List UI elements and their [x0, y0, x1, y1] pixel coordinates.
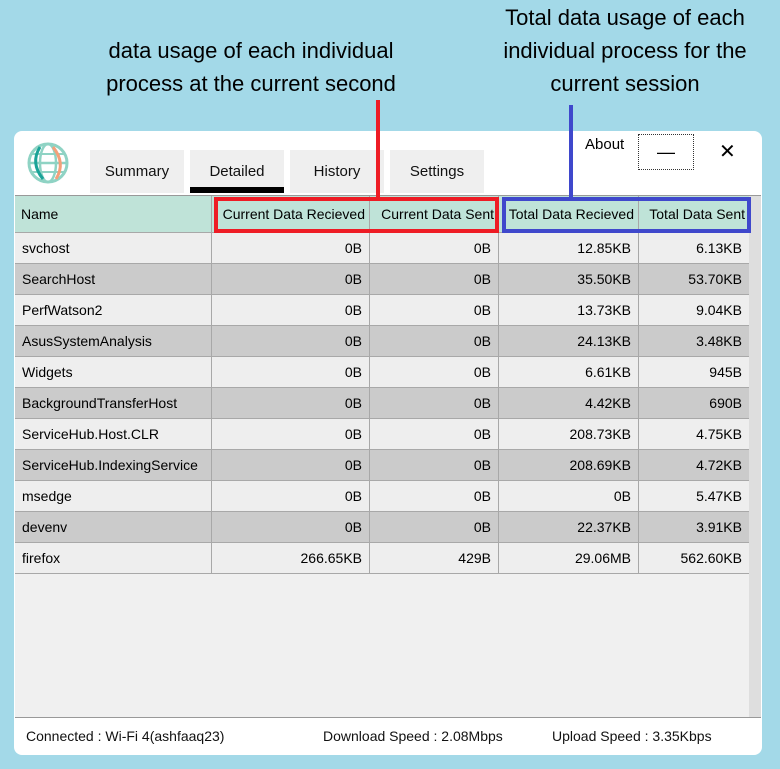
cell-current-sent: 0B — [370, 481, 499, 511]
cell-total-received: 24.13KB — [499, 326, 639, 356]
table-row[interactable]: firefox 266.65KB 429B 29.06MB 562.60KB — [15, 543, 761, 574]
annotation-line: Total data usage of each — [505, 5, 745, 30]
cell-name: ServiceHub.Host.CLR — [15, 419, 212, 449]
cell-current-sent: 0B — [370, 295, 499, 325]
cell-name: firefox — [15, 543, 212, 573]
tab-settings[interactable]: Settings — [390, 150, 484, 193]
cell-name: SearchHost — [15, 264, 212, 294]
cell-total-received: 12.85KB — [499, 233, 639, 263]
table-row[interactable]: ServiceHub.Host.CLR 0B 0B 208.73KB 4.75KB — [15, 419, 761, 450]
download-speed: Download Speed : 2.08Mbps — [323, 728, 503, 744]
annotation-pointer-blue — [569, 105, 573, 199]
cell-current-received: 0B — [212, 388, 370, 418]
cell-current-received: 266.65KB — [212, 543, 370, 573]
minimize-button[interactable]: — — [638, 134, 694, 170]
cell-total-received: 29.06MB — [499, 543, 639, 573]
cell-total-sent: 4.72KB — [639, 450, 750, 480]
tab-summary[interactable]: Summary — [90, 150, 184, 193]
annotation-line: data usage of each individual — [108, 38, 394, 63]
table-row[interactable]: ServiceHub.IndexingService 0B 0B 208.69KB 4.… — [15, 450, 761, 481]
tab-detailed[interactable]: Detailed — [190, 150, 284, 193]
cell-current-sent: 0B — [370, 326, 499, 356]
cell-current-sent: 0B — [370, 388, 499, 418]
cell-total-sent: 6.13KB — [639, 233, 750, 263]
upload-speed: Upload Speed : 3.35Kbps — [552, 728, 712, 744]
tab-history[interactable]: History — [290, 150, 384, 193]
table-row[interactable]: devenv 0B 0B 22.37KB 3.91KB — [15, 512, 761, 543]
cell-current-received: 0B — [212, 295, 370, 325]
cell-current-sent: 0B — [370, 512, 499, 542]
cell-current-sent: 0B — [370, 264, 499, 294]
cell-name: svchost — [15, 233, 212, 263]
cell-total-sent: 4.75KB — [639, 419, 750, 449]
globe-logo-icon — [27, 142, 69, 184]
cell-total-sent: 9.04KB — [639, 295, 750, 325]
cell-total-received: 6.61KB — [499, 357, 639, 387]
cell-total-received: 4.42KB — [499, 388, 639, 418]
cell-current-received: 0B — [212, 481, 370, 511]
cell-total-sent: 3.48KB — [639, 326, 750, 356]
table-row[interactable]: Widgets 0B 0B 6.61KB 945B — [15, 357, 761, 388]
annotation-current: data usage of each individual process at… — [60, 34, 442, 100]
annotation-box-red — [214, 197, 499, 233]
cell-name: msedge — [15, 481, 212, 511]
cell-current-sent: 0B — [370, 450, 499, 480]
cell-current-sent: 0B — [370, 419, 499, 449]
table-row[interactable]: BackgroundTransferHost 0B 0B 4.42KB 690B — [15, 388, 761, 419]
scrollbar[interactable] — [749, 196, 761, 717]
annotation-total: Total data usage of each individual proc… — [470, 1, 780, 100]
cell-name: ServiceHub.IndexingService — [15, 450, 212, 480]
annotation-line: individual process for the — [503, 38, 747, 63]
annotation-line: process at the current second — [106, 71, 396, 96]
cell-total-received: 35.50KB — [499, 264, 639, 294]
close-button[interactable]: ✕ — [719, 139, 736, 164]
cell-total-sent: 945B — [639, 357, 750, 387]
cell-total-received: 0B — [499, 481, 639, 511]
table-row[interactable]: PerfWatson2 0B 0B 13.73KB 9.04KB — [15, 295, 761, 326]
process-table: Name Current Data Recieved Current Data … — [15, 195, 761, 718]
cell-total-sent: 690B — [639, 388, 750, 418]
table-row[interactable]: svchost 0B 0B 12.85KB 6.13KB — [15, 233, 761, 264]
cell-name: BackgroundTransferHost — [15, 388, 212, 418]
header-name[interactable]: Name — [15, 196, 212, 232]
cell-name: devenv — [15, 512, 212, 542]
cell-current-received: 0B — [212, 264, 370, 294]
about-button[interactable]: About — [585, 136, 624, 153]
cell-current-received: 0B — [212, 326, 370, 356]
cell-total-received: 208.73KB — [499, 419, 639, 449]
cell-current-sent: 429B — [370, 543, 499, 573]
cell-name: Widgets — [15, 357, 212, 387]
annotation-box-blue — [502, 197, 751, 233]
cell-total-received: 13.73KB — [499, 295, 639, 325]
cell-current-received: 0B — [212, 450, 370, 480]
cell-current-received: 0B — [212, 419, 370, 449]
table-row[interactable]: msedge 0B 0B 0B 5.47KB — [15, 481, 761, 512]
cell-total-received: 22.37KB — [499, 512, 639, 542]
connection-status: Connected : Wi-Fi 4(ashfaaq23) — [26, 728, 225, 744]
cell-total-sent: 5.47KB — [639, 481, 750, 511]
table-row[interactable]: AsusSystemAnalysis 0B 0B 24.13KB 3.48KB — [15, 326, 761, 357]
cell-name: PerfWatson2 — [15, 295, 212, 325]
cell-total-sent: 53.70KB — [639, 264, 750, 294]
cell-current-sent: 0B — [370, 357, 499, 387]
table-row[interactable]: SearchHost 0B 0B 35.50KB 53.70KB — [15, 264, 761, 295]
cell-name: AsusSystemAnalysis — [15, 326, 212, 356]
cell-current-received: 0B — [212, 357, 370, 387]
cell-current-received: 0B — [212, 233, 370, 263]
cell-total-sent: 3.91KB — [639, 512, 750, 542]
annotation-line: current session — [550, 71, 700, 96]
cell-total-received: 208.69KB — [499, 450, 639, 480]
cell-current-received: 0B — [212, 512, 370, 542]
cell-total-sent: 562.60KB — [639, 543, 750, 573]
cell-current-sent: 0B — [370, 233, 499, 263]
annotation-pointer-red — [376, 100, 380, 199]
